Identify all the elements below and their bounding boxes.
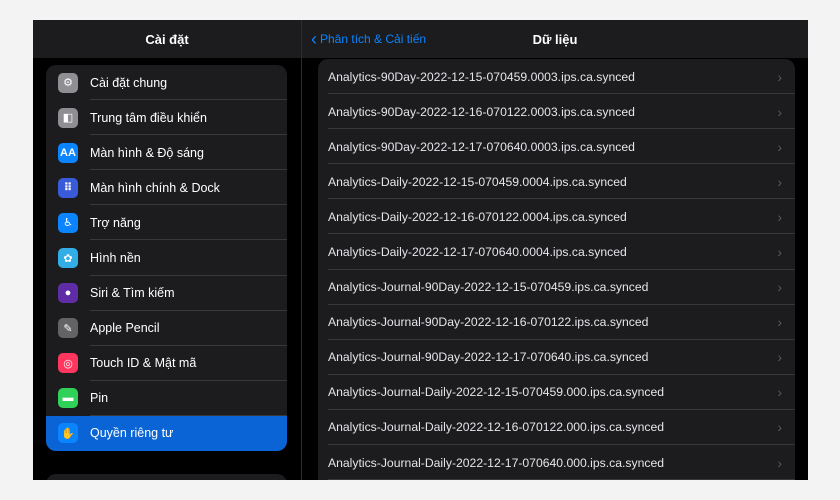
sidebar-item-label: Hình nền: [90, 251, 141, 266]
file-name: Analytics-90Day-2022-12-17-070640.0003.i…: [328, 139, 635, 154]
chevron-left-icon: ‹: [311, 29, 317, 49]
file-name: Analytics-90Day-2022-12-16-070122.0003.i…: [328, 104, 635, 119]
file-name: Analytics-Journal-90Day-2022-12-17-07064…: [328, 350, 649, 365]
file-row[interactable]: Analytics-Journal-Daily-2022-12-17-07064…: [318, 445, 795, 480]
file-row[interactable]: Analytics-Journal-90Day-2022-12-15-07045…: [318, 270, 795, 305]
ipad-settings-screen: Cài đặt ⚙ Cài đặt chung ◧ Trung tâm điều kh…: [33, 20, 808, 480]
chevron-right-icon: ›: [777, 208, 782, 225]
file-row[interactable]: Analytics-Daily-2022-12-16-070122.0004.i…: [318, 199, 795, 235]
file-name: Analytics-Daily-2022-12-16-070122.0004.i…: [328, 209, 627, 224]
sidebar-title: Cài đặt: [33, 20, 301, 58]
pencil-icon: ✎: [58, 318, 78, 339]
sidebar-item[interactable]: ◎ Touch ID & Mật mã: [46, 346, 287, 381]
sidebar-item-label: Siri & Tìm kiếm: [90, 286, 175, 301]
chevron-right-icon: ›: [777, 138, 782, 155]
chevron-right-icon: ›: [777, 244, 782, 261]
sidebar-item[interactable]: ✎ Apple Pencil: [46, 311, 287, 346]
file-row[interactable]: Analytics-Journal-Daily-2022-12-15-07045…: [318, 375, 795, 410]
chevron-right-icon: ›: [777, 173, 782, 190]
sidebar-item[interactable]: ● Siri & Tìm kiếm: [46, 276, 287, 311]
file-name: Analytics-Journal-Daily-2022-12-17-07064…: [328, 455, 665, 470]
file-row[interactable]: Analytics-Daily-2022-12-15-070459.0004.i…: [318, 164, 795, 200]
file-name: Analytics-Journal-90Day-2022-12-16-07012…: [328, 315, 649, 330]
sidebar-item[interactable]: ✿ Hình nền: [46, 240, 287, 276]
chevron-right-icon: ›: [777, 349, 782, 366]
back-button-label: Phân tích & Cải tiến: [320, 32, 427, 46]
sidebar-item[interactable]: ⠿ Màn hình chính & Dock: [46, 170, 287, 206]
display-brightness-icon: AA: [58, 142, 78, 163]
file-row[interactable]: Analytics-Journal-Daily-2022-12-16-07012…: [318, 410, 795, 446]
sidebar-item-label: Màn hình chính & Dock: [90, 180, 220, 195]
gear-icon: ⚙: [58, 72, 78, 93]
file-name: Analytics-90Day-2022-12-15-070459.0003.i…: [328, 69, 635, 84]
sidebar-item[interactable]: ◧ Trung tâm điều khiển: [46, 100, 287, 136]
wallpaper-icon: ✿: [58, 248, 78, 269]
fingerprint-icon: ◎: [58, 353, 78, 374]
sidebar-item-label: Apple Pencil: [90, 321, 160, 336]
sidebar-item-label: Trung tâm điều khiển: [90, 110, 207, 125]
settings-sidebar: Cài đặt ⚙ Cài đặt chung ◧ Trung tâm điều kh…: [33, 20, 301, 480]
sidebar-item-label: Pin: [90, 391, 109, 406]
sidebar-item[interactable]: AA Màn hình & Độ sáng: [46, 135, 287, 171]
sidebar-item-label: Cài đặt chung: [90, 75, 168, 90]
file-row[interactable]: Analytics-Daily-2022-12-17-070640.0004.i…: [318, 234, 795, 270]
sidebar-item[interactable]: ▬ Pin: [46, 381, 287, 416]
file-row[interactable]: Analytics-90Day-2022-12-16-070122.0003.i…: [318, 94, 795, 130]
chevron-right-icon: ›: [777, 454, 782, 471]
sidebar-item[interactable]: ⚙ Cài đặt chung: [46, 65, 287, 101]
siri-icon: ●: [58, 283, 78, 304]
detail-nav-bar: ‹ Phân tích & Cải tiến Dữ liệu: [302, 20, 808, 58]
sidebar-item-label: Touch ID & Mật mã: [90, 356, 197, 371]
sidebar-item-label: Trợ năng: [90, 215, 141, 230]
back-button[interactable]: ‹ Phân tích & Cải tiến: [311, 20, 426, 58]
file-name: Analytics-Journal-Daily-2022-12-16-07012…: [328, 420, 665, 435]
row-separator: [328, 479, 795, 480]
file-row[interactable]: Analytics-Journal-90Day-2022-12-17-07064…: [318, 340, 795, 375]
detail-pane: ‹ Phân tích & Cải tiến Dữ liệu Analytics…: [302, 20, 808, 480]
file-name: Analytics-Daily-2022-12-15-070459.0004.i…: [328, 174, 627, 189]
file-name: Analytics-Journal-90Day-2022-12-15-07045…: [328, 280, 649, 295]
sidebar-next-group: [46, 474, 287, 480]
file-row[interactable]: Analytics-90Day-2022-12-15-070459.0003.i…: [318, 59, 795, 95]
privacy-hand-icon: ✋: [58, 423, 78, 444]
chevron-right-icon: ›: [777, 314, 782, 331]
file-row[interactable]: Analytics-Journal-90Day-2022-12-16-07012…: [318, 305, 795, 340]
battery-icon: ▬: [58, 388, 78, 409]
sidebar-item[interactable]: ♿ Trợ năng: [46, 205, 287, 241]
file-name: Analytics-Daily-2022-12-17-070640.0004.i…: [328, 245, 627, 260]
chevron-right-icon: ›: [777, 279, 782, 296]
chevron-right-icon: ›: [777, 419, 782, 436]
analytics-file-list: Analytics-90Day-2022-12-15-070459.0003.i…: [318, 59, 795, 480]
chevron-right-icon: ›: [777, 103, 782, 120]
accessibility-icon: ♿: [58, 212, 78, 233]
file-name: Analytics-Journal-Daily-2022-12-15-07045…: [328, 385, 665, 400]
chevron-right-icon: ›: [777, 68, 782, 85]
home-screen-icon: ⠿: [58, 177, 78, 198]
sidebar-list: ⚙ Cài đặt chung ◧ Trung tâm điều khiển AA Màn…: [46, 65, 287, 451]
control-center-icon: ◧: [58, 107, 78, 128]
file-row[interactable]: Analytics-90Day-2022-12-17-070640.0003.i…: [318, 129, 795, 165]
sidebar-item[interactable]: ✋ Quyền riêng tư: [46, 415, 287, 451]
sidebar-item-label: Quyền riêng tư: [90, 426, 174, 441]
sidebar-item-label: Màn hình & Độ sáng: [90, 145, 204, 160]
chevron-right-icon: ›: [777, 384, 782, 401]
